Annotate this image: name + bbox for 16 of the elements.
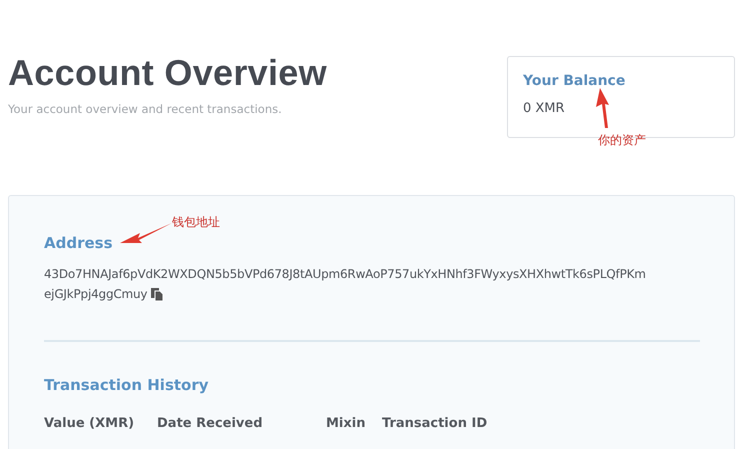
annotation-label: 你的资产 <box>598 132 646 149</box>
address-text: 43Do7HNAJaf6pVdK2WXDQN5b5bVPd678J8tAUpm6RwAoP757ukYxHNhf3FWyxysXHXhwtTk6sPLQfPKm <box>44 266 647 283</box>
balance-heading: Your Balance <box>523 73 626 89</box>
column-header: Date Received <box>157 416 263 431</box>
column-header: Mixin <box>326 416 366 431</box>
address-heading: Address <box>44 234 114 252</box>
balance-value: 0 XMR <box>523 101 566 116</box>
annotation-arrow <box>595 87 611 129</box>
column-header: Value (XMR) <box>44 416 134 431</box>
page-title: Account Overview <box>8 52 327 94</box>
copy-icon[interactable] <box>151 288 164 300</box>
page-subtitle: Your account overview and recent transactions. <box>8 102 283 116</box>
address-text: ejGJkPpj4ggCmuy <box>44 286 148 303</box>
transactions-heading: Transaction History <box>44 376 210 394</box>
column-header: Transaction ID <box>382 416 488 431</box>
annotation-label: 钱包地址 <box>172 214 220 231</box>
